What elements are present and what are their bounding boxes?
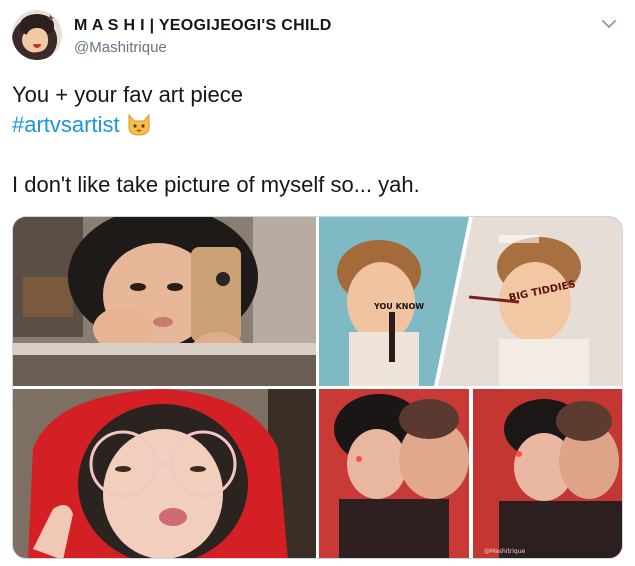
cat-face-emoji [126,112,152,136]
tweet-text: You + your fav art piece #artvsartist I … [12,80,623,200]
photo-red-hoodie[interactable] [13,389,316,558]
artwork-red-panels[interactable]: @Mashitrique [319,389,622,558]
media-grid: YOU KNOW BIG TIDDIES @Mashitrique [12,216,623,559]
display-name[interactable]: M A S H I | YEOGIJEOGI'S CHILD [74,17,332,35]
hashtag-link[interactable]: #artvsartist [12,112,120,137]
artwork-comic-panels[interactable]: YOU KNOW BIG TIDDIES [319,217,622,386]
photo-selfie-mirror[interactable] [13,217,316,386]
chevron-down-icon[interactable] [599,14,619,34]
art-label-you-know: YOU KNOW [373,302,424,311]
tweet-line: I don't like take picture of myself so..… [12,172,420,197]
tweet-hashtag-line: #artvsartist [12,110,623,140]
tweet-line: You + your fav art piece [12,82,243,107]
art-watermark: @Mashitrique [484,548,526,555]
handle[interactable]: @Mashitrique [74,39,167,56]
tweet-header: ✦ M A S H I | YEOGIJEOGI'S CHILD @Mashit… [12,10,623,64]
avatar[interactable]: ✦ [12,10,62,60]
